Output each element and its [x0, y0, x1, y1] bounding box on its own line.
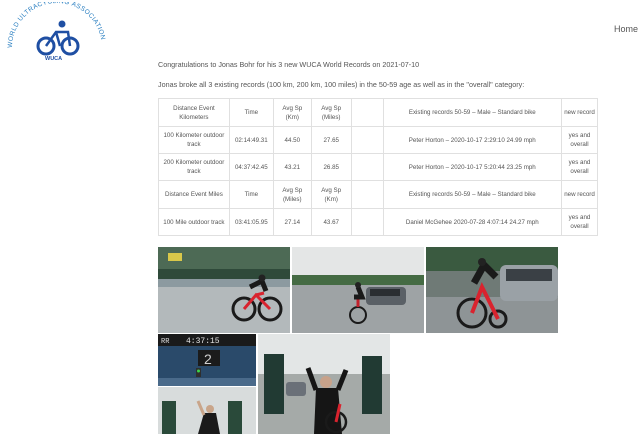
header-existing: Existing records 50-59 – Male – Standard… [382, 98, 562, 127]
cell-existing: Peter Horton – 2020-10-17 2:29:10 24.99 … [382, 126, 562, 154]
scoreboard-lap: 2 [204, 351, 212, 367]
header-time: Time [228, 180, 274, 209]
cell-empty [350, 208, 384, 236]
header-avg2: Avg Sp (Km) [310, 180, 352, 209]
cell-avg2: 43.67 [310, 208, 352, 236]
cell-avg1: 44.50 [272, 126, 312, 154]
header-avg1: Avg Sp (Miles) [272, 180, 312, 209]
cell-event: 200 Kilometer outdoor track [158, 153, 230, 181]
cell-new: yes and overall [560, 208, 599, 236]
header-empty [350, 180, 384, 209]
article-intro: Congratulations to Jonas Bohr for his 3 … [158, 60, 598, 90]
photo-cyclist-track-1[interactable] [158, 247, 290, 333]
cell-new: yes and overall [560, 153, 599, 181]
cell-time: 04:37:42.45 [228, 153, 274, 181]
header-new: new record [560, 180, 599, 209]
cell-avg1: 27.14 [272, 208, 312, 236]
table-header-km: Distance Event Kilometers Time Avg Sp (K… [158, 98, 599, 127]
header-new: new record [560, 98, 599, 127]
scoreboard-time: 4:37:15 [186, 337, 220, 346]
cell-existing: Daniel McGehee 2020-07-28 4:07:14 24.27 … [382, 208, 562, 236]
photo-celebration[interactable] [158, 387, 256, 434]
photo-cyclist-volvo[interactable] [426, 247, 558, 333]
cell-time: 03:41:05.95 [228, 208, 274, 236]
cell-time: 02:14:49.31 [228, 126, 274, 154]
photo-winner-with-bike[interactable] [258, 334, 390, 434]
table-row: 100 Mile outdoor track 03:41:05.95 27.14… [158, 208, 599, 236]
wuca-logo[interactable]: WORLD ULTRACYCLING ASSOCIATION WUCA [2, 2, 108, 62]
logo-abbrev: WUCA [45, 56, 62, 62]
cell-avg2: 26.85 [310, 153, 352, 181]
records-table: Distance Event Kilometers Time Avg Sp (K… [158, 98, 599, 236]
photo-scoreboard[interactable]: RR 4:37:15 2 [158, 334, 256, 386]
intro-details: Jonas broke all 3 existing records (100 … [158, 80, 525, 89]
header-time: Time [228, 98, 274, 127]
site-header: WORLD ULTRACYCLING ASSOCIATION WUCA Home [0, 0, 640, 64]
header-avg2: Avg Sp (Miles) [310, 98, 352, 127]
header-event: Distance Event Kilometers [158, 98, 230, 127]
table-header-miles: Distance Event Miles Time Avg Sp (Miles)… [158, 180, 599, 209]
cell-new: yes and overall [560, 126, 599, 154]
scoreboard-label: RR [161, 338, 170, 346]
intro-congrats: Congratulations to Jonas Bohr for his 3 … [158, 60, 420, 69]
cell-existing: Peter Horton – 2020-10-17 5:20:44 23.25 … [382, 153, 562, 181]
cell-event: 100 Kilometer outdoor track [158, 126, 230, 154]
cell-avg1: 43.21 [272, 153, 312, 181]
cell-event: 100 Mile outdoor track [158, 208, 230, 236]
header-empty [350, 98, 384, 127]
header-avg1: Avg Sp (Km) [272, 98, 312, 127]
svg-text:WORLD ULTRACYCLING ASSOCIATION: WORLD ULTRACYCLING ASSOCIATION [7, 2, 106, 48]
header-existing: Existing records 50-59 – Male – Standard… [382, 180, 562, 209]
table-row: 200 Kilometer outdoor track 04:37:42.45 … [158, 153, 599, 181]
photo-cyclist-with-car[interactable] [292, 247, 424, 333]
table-row: 100 Kilometer outdoor track 02:14:49.31 … [158, 126, 599, 154]
cell-empty [350, 153, 384, 181]
logo-arc-text: WORLD ULTRACYCLING ASSOCIATION [7, 2, 106, 48]
cell-avg2: 27.65 [310, 126, 352, 154]
nav-home-link[interactable]: Home [614, 24, 638, 34]
cell-empty [350, 126, 384, 154]
header-event: Distance Event Miles [158, 180, 230, 209]
